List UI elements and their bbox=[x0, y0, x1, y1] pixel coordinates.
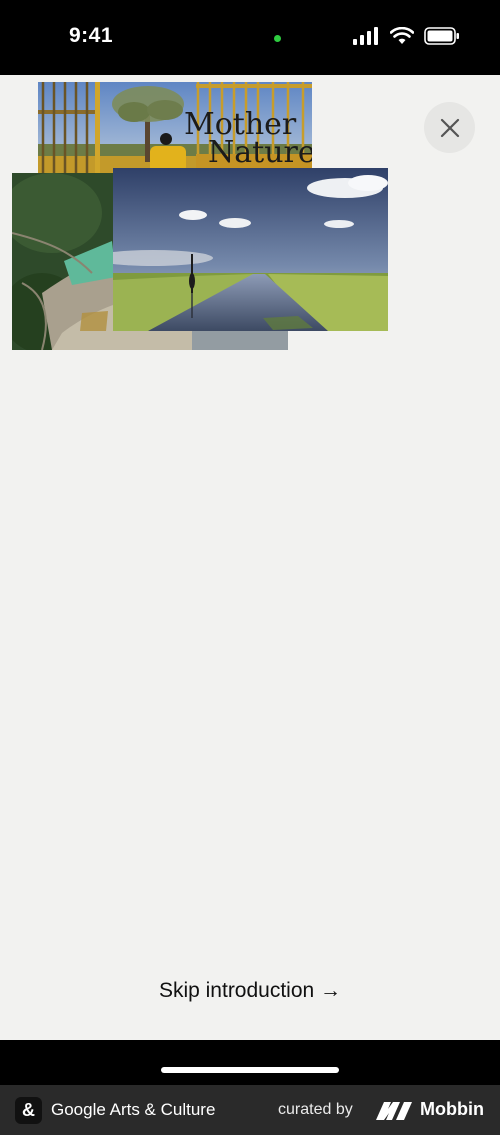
skip-introduction-link[interactable]: Skip introduction → bbox=[0, 979, 500, 1003]
wetland-channel-photo bbox=[113, 168, 388, 331]
brand-name: Mobbin bbox=[420, 1099, 484, 1119]
status-bar: 9:41 bbox=[0, 0, 500, 75]
mobbin-logo-icon bbox=[376, 1101, 412, 1120]
story-title-line2: Nature bbox=[208, 135, 312, 170]
status-icons bbox=[353, 27, 460, 47]
gate-and-tree-photo: Mother Nature bbox=[38, 82, 312, 173]
status-time: 9:41 bbox=[69, 24, 114, 47]
home-indicator[interactable] bbox=[161, 1067, 339, 1073]
brand: Mobbin bbox=[376, 1099, 484, 1120]
battery-icon bbox=[424, 27, 459, 45]
close-icon bbox=[440, 118, 459, 137]
intro-screen: Mother Nature Skip introduction → bbox=[0, 75, 500, 1040]
home-indicator-area bbox=[0, 1040, 500, 1085]
curated-by-label: curated by bbox=[278, 1101, 353, 1118]
close-button[interactable] bbox=[424, 102, 475, 153]
app-icon: & bbox=[15, 1097, 42, 1124]
signal-icon bbox=[353, 27, 379, 45]
wifi-icon bbox=[389, 27, 414, 44]
privacy-indicator-dot bbox=[274, 35, 281, 42]
app-name: Google Arts & Culture bbox=[51, 1100, 216, 1119]
footer-attribution-bar: & Google Arts & Culture curated by Mobbi… bbox=[0, 1085, 500, 1135]
